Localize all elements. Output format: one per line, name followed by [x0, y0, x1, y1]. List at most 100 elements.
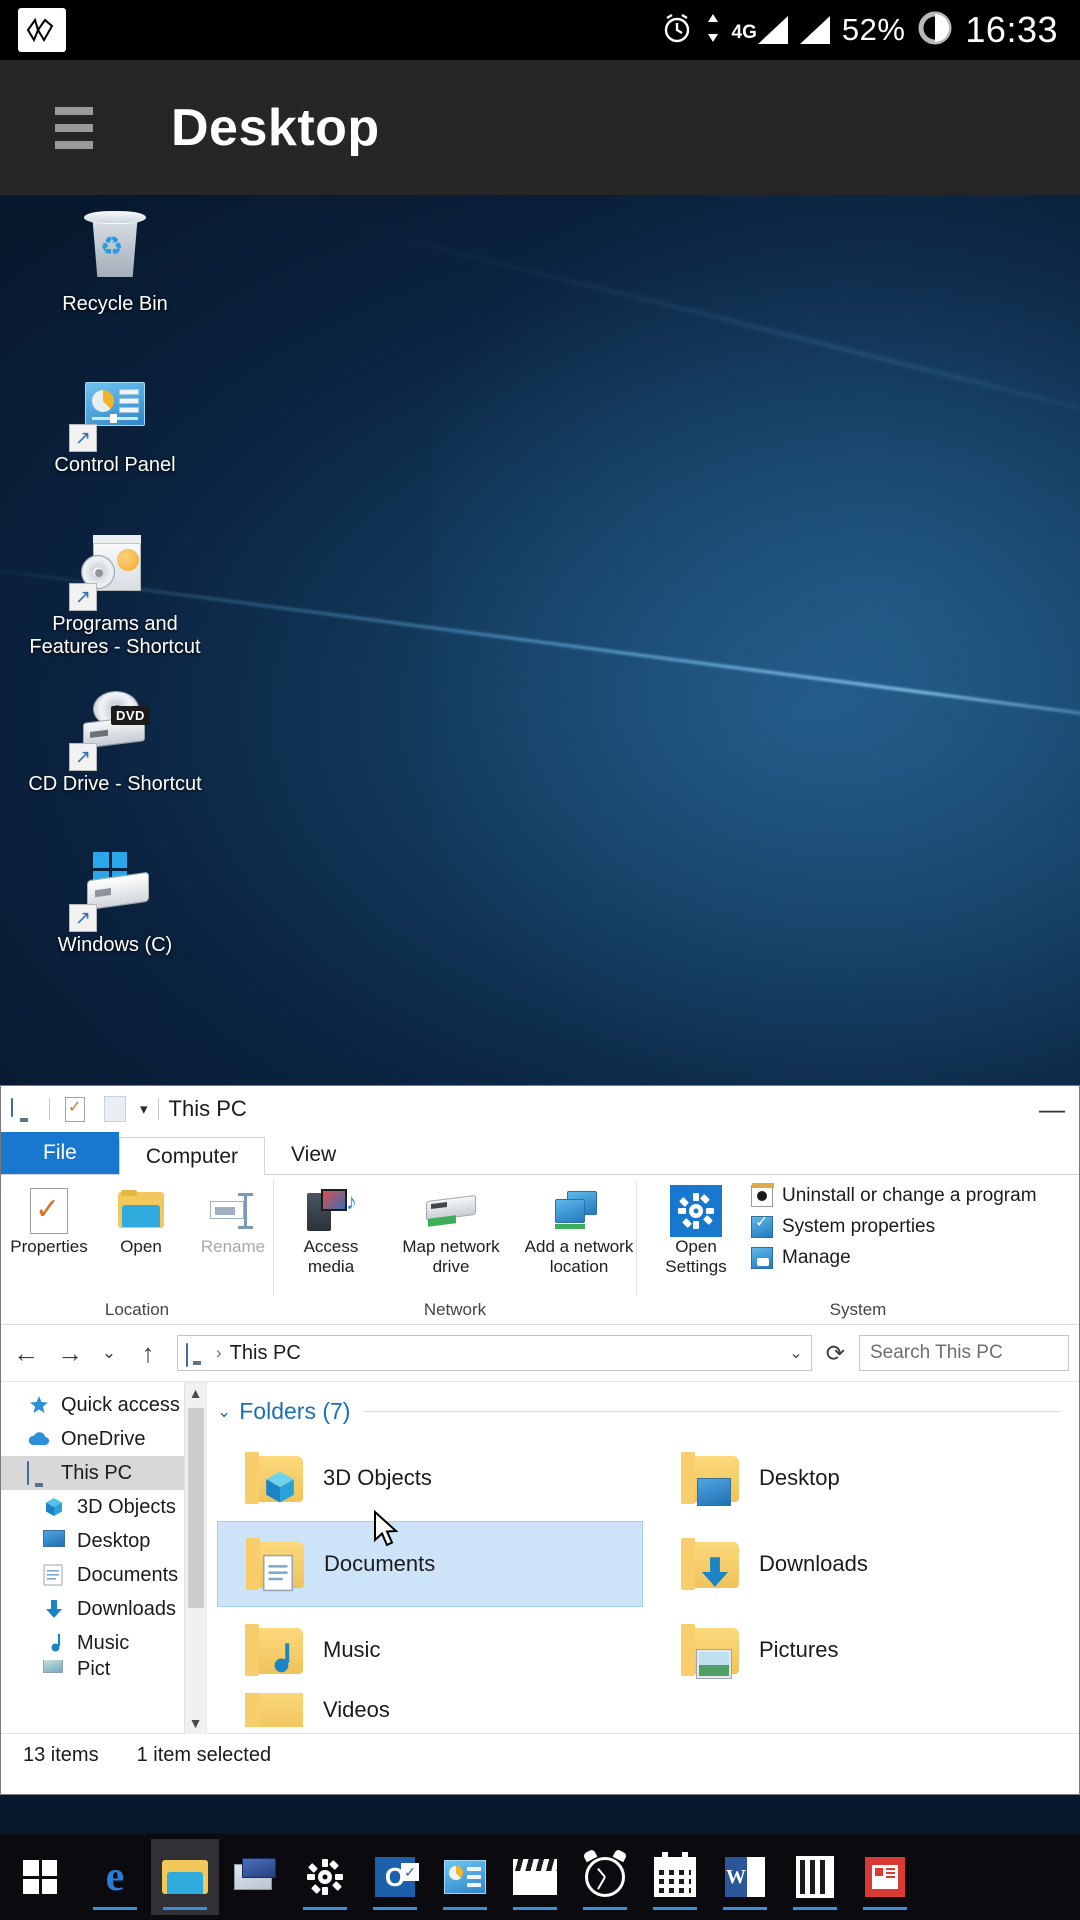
- sidebar-item-pictures[interactable]: Pict: [1, 1660, 206, 1678]
- tab-view[interactable]: View: [265, 1136, 362, 1174]
- battery-circle-icon: [917, 10, 953, 51]
- sidebar-item-music[interactable]: Music: [1, 1626, 206, 1660]
- word-button[interactable]: W: [711, 1839, 779, 1915]
- control-panel-icon: [444, 1860, 486, 1894]
- folders-group-header[interactable]: ⌄ Folders (7): [217, 1398, 1079, 1425]
- add-network-location-button[interactable]: Add a network location: [519, 1185, 639, 1277]
- 3d-objects-icon: [43, 1496, 67, 1518]
- sidebar-item-label: 3D Objects: [77, 1495, 176, 1518]
- edge-button[interactable]: e: [81, 1839, 149, 1915]
- address-input[interactable]: › This PC ⌄: [177, 1335, 812, 1371]
- sidebar-item-documents[interactable]: Documents: [1, 1558, 206, 1592]
- running-indicator: [793, 1907, 837, 1910]
- selection-label: 1 item selected: [136, 1744, 272, 1766]
- shortcut-arrow-icon: ↗: [69, 904, 97, 932]
- sidebar-item-desktop[interactable]: Desktop: [1, 1524, 206, 1558]
- desktop-icon-programs-and-features[interactable]: ↗ Programs and Features - Shortcut: [20, 525, 210, 661]
- folder-tile-label: Desktop: [759, 1465, 840, 1490]
- music-icon: [43, 1632, 67, 1654]
- scroll-up-arrow-icon[interactable]: ▲: [185, 1382, 206, 1404]
- desktop-icon-cd-drive[interactable]: DVD ↗ CD Drive - Shortcut: [20, 685, 210, 798]
- folder-tile-desktop[interactable]: Desktop: [653, 1435, 1079, 1521]
- movies-tv-button[interactable]: [501, 1839, 569, 1915]
- navigation-scrollbar[interactable]: ▲ ▼: [184, 1382, 206, 1734]
- signal-bars-icon: [799, 16, 830, 44]
- chevron-down-icon[interactable]: ⌄: [789, 1343, 802, 1363]
- minimize-button[interactable]: —: [1039, 1094, 1071, 1125]
- desktop-icon-control-panel[interactable]: ↗ Control Panel: [20, 366, 210, 479]
- uninstall-or-change-a-program-item[interactable]: Uninstall or change a program: [751, 1183, 1037, 1207]
- this-pc-icon[interactable]: [9, 1096, 39, 1122]
- open-button[interactable]: Open: [95, 1185, 187, 1257]
- page-title: Desktop: [171, 98, 380, 157]
- chevron-down-icon[interactable]: ▾: [140, 1100, 148, 1118]
- manage-item[interactable]: Manage: [751, 1247, 1037, 1269]
- properties-icon[interactable]: [60, 1096, 90, 1122]
- remote-desktop-button[interactable]: [221, 1839, 289, 1915]
- tab-file[interactable]: File: [1, 1132, 119, 1174]
- calculator-button[interactable]: [781, 1839, 849, 1915]
- file-explorer-window[interactable]: ▾ This PC — File Computer View: [0, 1085, 1080, 1795]
- desktop-icon-windows-c[interactable]: ↗ Windows (C): [20, 846, 210, 959]
- search-input[interactable]: Search This PC: [859, 1335, 1069, 1371]
- shortcut-arrow-icon: ↗: [69, 583, 97, 611]
- control-panel-button[interactable]: [431, 1839, 499, 1915]
- windows-drive-icon: ↗: [69, 850, 157, 932]
- battery-percent-label: 52%: [841, 12, 906, 47]
- add-network-location-icon: [553, 1185, 605, 1237]
- ribbon-group-label: Network: [423, 1300, 487, 1319]
- folder-tile-music[interactable]: Music: [217, 1607, 643, 1693]
- map-network-drive-button[interactable]: Map network drive: [387, 1185, 515, 1277]
- running-indicator: [723, 1907, 767, 1910]
- folder-tile-documents[interactable]: Documents: [217, 1521, 643, 1607]
- folder-tile-3d-objects[interactable]: 3D Objects: [217, 1435, 643, 1521]
- button-label: Rename: [200, 1237, 266, 1256]
- windows-start-icon: [23, 1860, 57, 1894]
- folder-tile-pictures[interactable]: Pictures: [653, 1607, 1079, 1693]
- system-properties-item[interactable]: System properties: [751, 1215, 1037, 1238]
- map-network-drive-icon: [426, 1185, 476, 1237]
- arrow-right-icon[interactable]: →: [55, 1338, 85, 1369]
- tab-computer[interactable]: Computer: [118, 1137, 266, 1175]
- folder-tile-downloads[interactable]: Downloads: [653, 1521, 1079, 1607]
- rename-icon: [210, 1185, 256, 1237]
- refresh-icon[interactable]: ⟳: [826, 1340, 845, 1367]
- folder-tile-videos[interactable]: Videos: [217, 1693, 643, 1727]
- sidebar-item-label: Pict: [77, 1660, 111, 1678]
- settings-button[interactable]: [291, 1839, 359, 1915]
- news-button[interactable]: [851, 1839, 919, 1915]
- alarm-clock-icon: [582, 1848, 628, 1897]
- remote-desktop-viewport[interactable]: ♻ Recycle Bin ↗ Control Panel ↗ Programs…: [0, 195, 1080, 1920]
- new-folder-icon[interactable]: [100, 1096, 130, 1122]
- sidebar-item-quick-access[interactable]: Quick access: [1, 1388, 206, 1422]
- sidebar-item-3d-objects[interactable]: 3D Objects: [1, 1490, 206, 1524]
- alarms-clock-button[interactable]: [571, 1839, 639, 1915]
- access-media-button[interactable]: ♪ Access media: [279, 1185, 383, 1277]
- hamburger-menu-icon[interactable]: [55, 106, 93, 149]
- file-explorer-button[interactable]: [151, 1839, 219, 1915]
- start-button[interactable]: [1, 1839, 79, 1915]
- outlook-button[interactable]: O ✓: [361, 1839, 429, 1915]
- videos-folder-icon: [245, 1693, 307, 1727]
- edge-browser-icon: e: [105, 1854, 125, 1900]
- breadcrumb-separator: ›: [216, 1343, 222, 1362]
- scroll-down-arrow-icon[interactable]: ▼: [185, 1712, 206, 1734]
- remote-desktop-icon: [232, 1858, 278, 1896]
- folder-tile-label: Videos: [323, 1697, 390, 1722]
- scrollbar-thumb[interactable]: [188, 1408, 204, 1608]
- system-properties-icon: [751, 1215, 773, 1238]
- arrow-up-icon[interactable]: ↑: [133, 1338, 163, 1369]
- arrow-left-icon[interactable]: ←: [11, 1338, 41, 1369]
- desktop-icon-recycle-bin[interactable]: ♻ Recycle Bin: [20, 205, 210, 318]
- content-pane[interactable]: ⌄ Folders (7) 3D Objects Desktop Documen…: [207, 1382, 1079, 1733]
- chevron-down-icon[interactable]: ⌄: [217, 1402, 231, 1422]
- calendar-button[interactable]: [641, 1839, 709, 1915]
- sidebar-item-onedrive[interactable]: OneDrive: [1, 1422, 206, 1456]
- app-logo-icon: [18, 8, 66, 52]
- chevron-down-icon[interactable]: ⌄: [99, 1343, 119, 1363]
- properties-button[interactable]: Properties: [3, 1185, 95, 1257]
- ribbon-group-system: Open Settings Uninstall or change a prog…: [637, 1175, 1079, 1324]
- sidebar-item-this-pc[interactable]: This PC: [1, 1456, 206, 1490]
- open-settings-button[interactable]: Open Settings: [649, 1185, 743, 1277]
- sidebar-item-downloads[interactable]: Downloads: [1, 1592, 206, 1626]
